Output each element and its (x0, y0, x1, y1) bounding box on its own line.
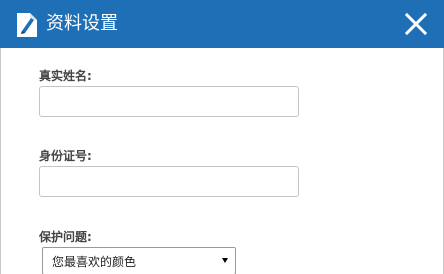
dialog-title: 资料设置 (46, 13, 118, 34)
dialog-body: 真实姓名: 身份证号: 保护问题: 您最喜欢的颜色 (0, 48, 444, 274)
dropdown-arrow-icon (222, 258, 228, 263)
edit-document-icon (15, 11, 39, 39)
id-number-label: 身份证号: (39, 149, 92, 163)
profile-settings-dialog: 资料设置 真实姓名: 身份证号: 保护问题: 您最喜欢的颜色 (0, 0, 444, 274)
close-icon[interactable] (400, 10, 432, 40)
real-name-label: 真实姓名: (39, 69, 92, 83)
close-button[interactable] (400, 10, 432, 40)
security-question-label: 保护问题: (39, 230, 92, 244)
security-question-select[interactable]: 您最喜欢的颜色 (42, 247, 236, 274)
dialog-titlebar: 资料设置 (0, 0, 444, 48)
id-number-input[interactable] (39, 166, 299, 197)
real-name-input[interactable] (39, 86, 299, 117)
security-question-selected: 您最喜欢的颜色 (52, 255, 137, 269)
